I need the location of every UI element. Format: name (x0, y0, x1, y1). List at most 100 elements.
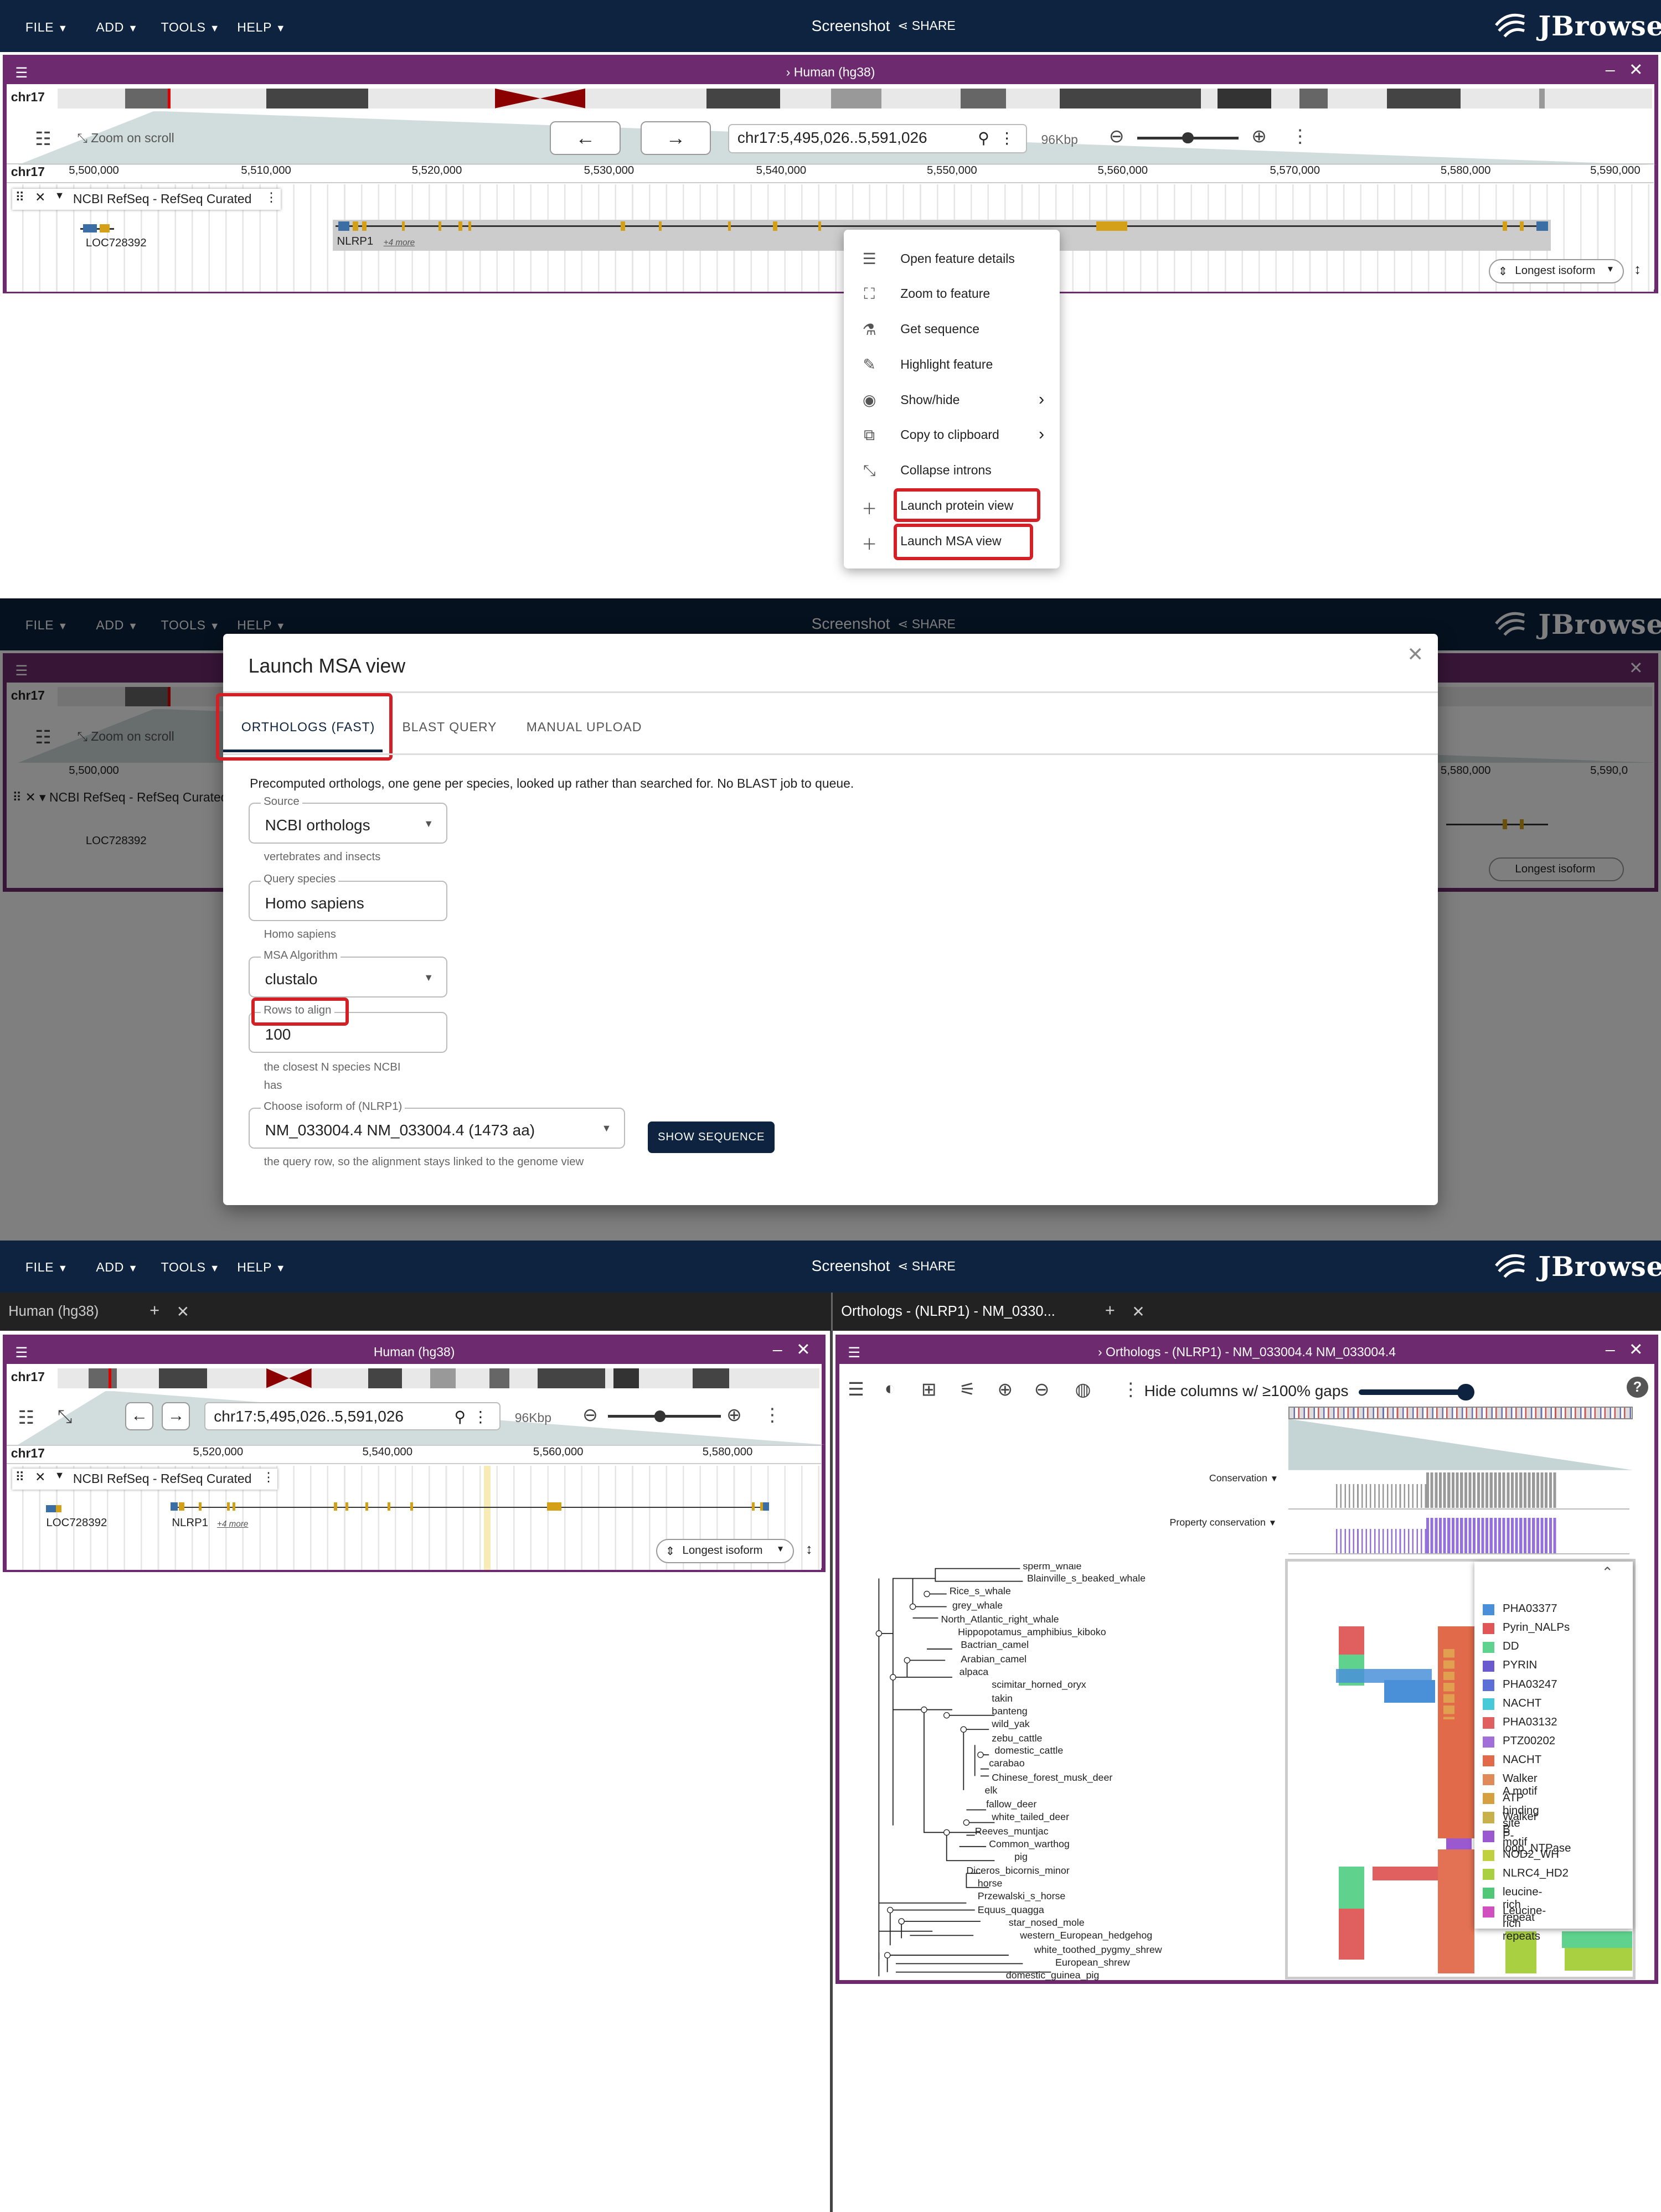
species-label[interactable]: Chinese_forest_musk_deer (992, 1772, 1112, 1784)
ideogram[interactable] (57, 1368, 820, 1388)
species-label[interactable]: Arabian_camel (961, 1653, 1026, 1665)
tree-icon[interactable]: ⊞ (921, 1378, 937, 1400)
drag-handle-icon[interactable]: ⠿ (15, 1470, 24, 1485)
minimize-icon[interactable]: – (1606, 1340, 1615, 1360)
zoom-out-icon[interactable]: ⊖ (582, 1404, 598, 1426)
menu-add[interactable]: ADD ▼ (96, 20, 138, 35)
species-label[interactable]: alpaca (960, 1666, 989, 1678)
help-icon[interactable]: ? (1627, 1377, 1648, 1398)
add-tab-icon[interactable]: + (1105, 1301, 1115, 1320)
track-menu-icon[interactable]: ⋮ (262, 1470, 275, 1485)
msa-overview-minimap[interactable] (1288, 1406, 1633, 1419)
species-label[interactable]: Reeves_muntjac (975, 1826, 1049, 1837)
nlrp1-feature[interactable] (170, 1506, 769, 1508)
isoform-select-button[interactable]: ⇕ Longest isoform ▼ (656, 1539, 795, 1563)
species-label[interactable]: Equus_quagga (978, 1904, 1044, 1916)
split-divider[interactable] (829, 1330, 833, 2212)
species-label[interactable]: Hippopotamus_amphibius_kiboko (958, 1626, 1106, 1638)
isoform-select-button[interactable]: ⇕ Longest isoform ▼ (1488, 259, 1624, 283)
resize-icon[interactable]: ↕ (1634, 262, 1641, 278)
more-vert-icon[interactable]: ⋮ (999, 129, 1015, 147)
zoom-in-icon[interactable]: ⊕ (997, 1378, 1013, 1400)
chevron-up-icon[interactable]: ⌃ (1601, 1564, 1613, 1581)
species-label[interactable]: white_tailed_deer (992, 1811, 1069, 1823)
close-icon[interactable]: ✕ (796, 1340, 811, 1360)
menu-copy-to-clipboard[interactable]: ⧉ Copy to clipboard › (861, 416, 1044, 452)
ideogram[interactable] (57, 88, 1653, 108)
menu-get-sequence[interactable]: ⚗ Get sequence (861, 311, 1044, 346)
location-input[interactable]: chr17:5,495,026..5,591,026 ⚲ ⋮ (728, 123, 1027, 154)
zoom-in-icon[interactable]: ⊕ (726, 1404, 742, 1426)
isoform-select[interactable]: Choose isoform of (NLRP1) NM_033004.4 NM_… (248, 1100, 626, 1149)
view-options-icon[interactable]: ⋮ (1291, 125, 1309, 147)
menu-zoom-to-feature[interactable]: ⛶ Zoom to feature (861, 275, 1044, 311)
msa-algorithm-select[interactable]: MSA Algorithm clustalo ▼ (248, 949, 448, 998)
share-button[interactable]: ⋖ SHARE (897, 1259, 956, 1274)
species-label[interactable]: Diceros_bicornis_minor (966, 1865, 1069, 1877)
species-label[interactable]: takin (992, 1693, 1013, 1704)
gene-feature-loc728392[interactable] (46, 1504, 63, 1514)
menu-file[interactable]: FILE ▼ (25, 20, 68, 35)
source-select[interactable]: Source NCBI orthologs ▼ (248, 795, 448, 844)
species-label[interactable]: Blainville_s_beaked_whale (1027, 1573, 1146, 1584)
species-label[interactable]: zebu_cattle (992, 1733, 1042, 1744)
close-dialog-icon[interactable]: ✕ (1407, 643, 1423, 666)
species-label[interactable]: Rice_s_whale (950, 1585, 1011, 1597)
track-selector-icon[interactable]: ☷ (18, 1407, 34, 1429)
share-button[interactable]: ⋖ SHARE (897, 18, 956, 33)
species-label[interactable]: horse (978, 1878, 1003, 1889)
zoom-slider[interactable] (607, 1410, 721, 1422)
close-icon[interactable]: ✕ (1629, 60, 1643, 80)
species-label[interactable]: star_nosed_mole (1009, 1917, 1085, 1929)
menu-open-feature-details[interactable]: ☰ Open feature details (861, 240, 1044, 275)
zoom-on-scroll-toggle[interactable]: ⤡ Zoom on scroll (78, 131, 174, 146)
location-input[interactable]: chr17:5,495,026..5,591,026 ⚲ ⋮ (204, 1402, 501, 1431)
caret-down-icon[interactable]: ▼ (55, 1470, 65, 1481)
species-label[interactable]: western_European_hedgehog (1020, 1930, 1152, 1941)
caret-down-icon[interactable]: ▼ (55, 190, 65, 201)
view-options-icon[interactable]: ⋮ (763, 1404, 781, 1426)
menu-highlight-feature[interactable]: ✎ Highlight feature (861, 346, 1044, 381)
collapse-icon[interactable]: ⤡ (58, 1407, 73, 1428)
minimize-icon[interactable]: – (773, 1340, 782, 1360)
menu-collapse-introns[interactable]: ⤡ Collapse introns (861, 452, 1044, 487)
close-tab-icon[interactable]: ✕ (177, 1303, 189, 1321)
palette-icon[interactable]: ◐ (885, 1378, 896, 1399)
mouse-icon[interactable]: ◍ (1075, 1378, 1091, 1400)
menu-icon[interactable]: ☰ (848, 1378, 864, 1400)
species-label[interactable]: Bactrian_camel (961, 1639, 1029, 1651)
property-conservation-track-label[interactable]: Property conservation ▼ (1169, 1517, 1277, 1528)
close-icon[interactable]: ✕ (1629, 1340, 1643, 1360)
zoom-out-icon[interactable]: ⊖ (1034, 1378, 1050, 1400)
close-tab-icon[interactable]: ✕ (1132, 1303, 1144, 1321)
more-isoforms-link[interactable]: +4 more (384, 238, 415, 248)
close-track-icon[interactable]: ✕ (35, 190, 45, 205)
show-sequence-button[interactable]: SHOW SEQUENCE (647, 1121, 775, 1153)
species-label[interactable]: white_toothed_pygmy_shrew (1034, 1944, 1162, 1956)
more-vert-icon[interactable]: ⋮ (473, 1408, 488, 1426)
drag-handle-icon[interactable]: ⠿ (15, 190, 24, 205)
zoom-slider-thumb[interactable] (1182, 132, 1194, 144)
zoom-out-icon[interactable]: ⊖ (1109, 125, 1124, 147)
resize-icon[interactable]: ↕ (806, 1542, 813, 1558)
settings-sliders-icon[interactable]: ⚟ (960, 1378, 976, 1400)
track-menu-icon[interactable]: ⋮ (265, 190, 278, 205)
pan-left-button[interactable]: ← (550, 121, 621, 155)
search-icon[interactable]: ⚲ (455, 1408, 466, 1426)
menu-help[interactable]: HELP ▼ (237, 20, 286, 35)
close-track-icon[interactable]: ✕ (35, 1470, 45, 1485)
minimize-icon[interactable]: – (1606, 60, 1615, 80)
menu-show-hide[interactable]: ◉ Show/hide › (861, 381, 1044, 416)
tab-manual-upload[interactable]: MANUAL UPLOAD (527, 720, 642, 735)
search-icon[interactable]: ⚲ (978, 129, 989, 147)
tab-orthologs[interactable]: Orthologs - (NLRP1) - NM_0330... (841, 1304, 1055, 1320)
more-isoforms-link[interactable]: +4 more (217, 1520, 248, 1529)
pan-left-button[interactable]: ← (125, 1402, 154, 1431)
species-label[interactable]: elk (985, 1785, 998, 1796)
pan-right-button[interactable]: → (640, 121, 711, 155)
species-label[interactable]: wild_yak (992, 1718, 1029, 1730)
species-label[interactable]: fallow_deer (986, 1798, 1036, 1810)
zoom-in-icon[interactable]: ⊕ (1251, 125, 1267, 147)
conservation-track-label[interactable]: Conservation ▼ (1209, 1472, 1278, 1484)
species-label[interactable]: grey_whale (952, 1600, 1003, 1611)
